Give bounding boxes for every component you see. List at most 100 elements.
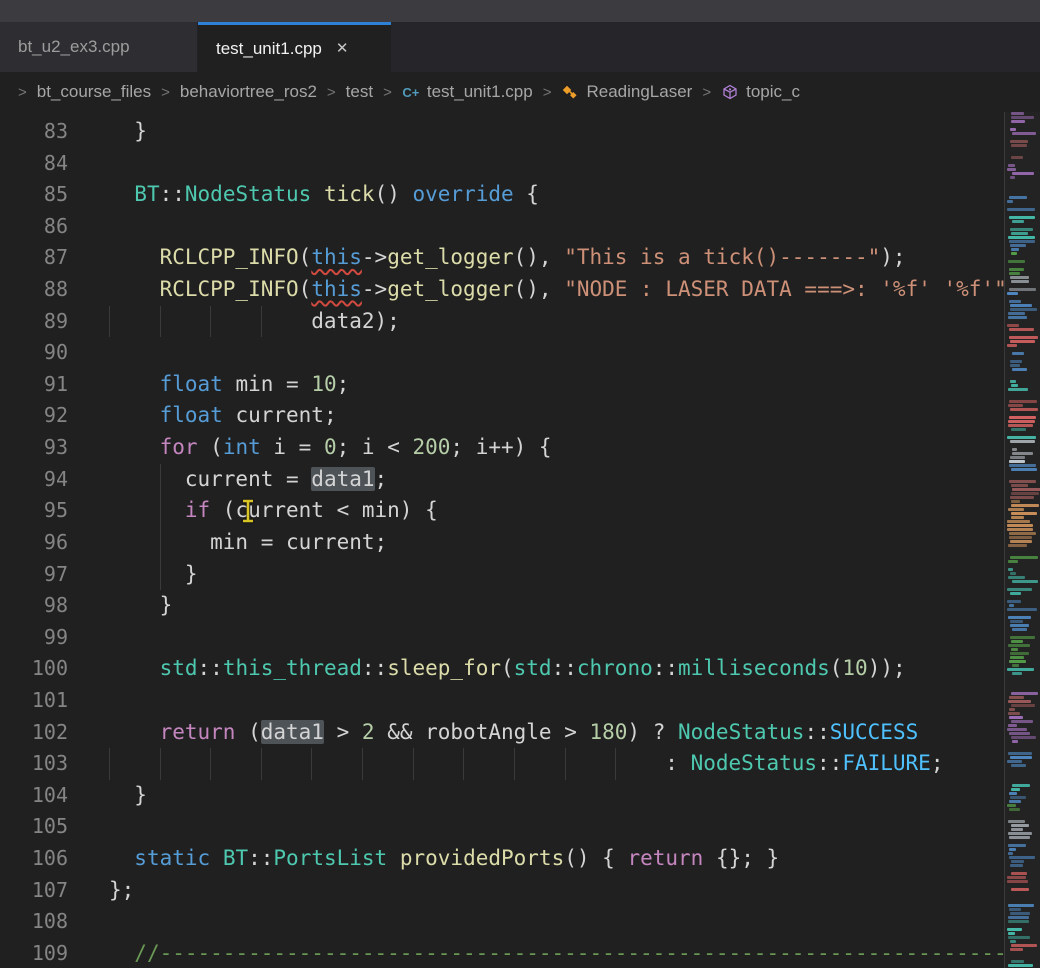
code-editor[interactable]: 83 }8485 BT::NodeStatus tick() override … [0, 112, 1040, 968]
minimap-line [1007, 168, 1016, 171]
minimap-line [1007, 436, 1036, 439]
titlebar [0, 0, 1040, 22]
minimap-line [1009, 808, 1020, 811]
line-number: 105 [0, 811, 68, 843]
minimap-line [1011, 468, 1037, 471]
tab-bt-u2-ex3[interactable]: bt_u2_ex3.cpp [0, 22, 198, 72]
tab-test-unit1[interactable]: test_unit1.cpp ✕ [198, 22, 391, 72]
indent-guide [261, 306, 262, 338]
minimap-line [1011, 960, 1024, 963]
minimap-line [1009, 328, 1034, 331]
line-number: 106 [0, 843, 68, 875]
minimap-line [1010, 572, 1017, 575]
code-line[interactable]: 105 [0, 811, 1004, 843]
breadcrumb-item-test-unit1-cpp[interactable]: C+ test_unit1.cpp [400, 82, 535, 102]
minimap-line [1012, 580, 1038, 583]
code-line[interactable]: 107}; [0, 875, 1004, 907]
code-line[interactable]: 100 std::this_thread::sleep_for(std::chr… [0, 653, 1004, 685]
minimap-line [1008, 644, 1030, 647]
code-line[interactable]: 93 for (int i = 0; i < 200; i++) { [0, 432, 1004, 464]
minimap-line [1012, 352, 1024, 355]
tab-label: test_unit1.cpp [216, 39, 322, 59]
minimap-line [1007, 292, 1018, 295]
code-line[interactable]: 90 [0, 337, 1004, 369]
code-text: } [109, 780, 147, 812]
minimap-line [1011, 736, 1036, 739]
minimap-line [1009, 216, 1035, 219]
minimap-line [1012, 172, 1034, 175]
indent-guide [160, 559, 161, 591]
minimap-line [1008, 576, 1025, 579]
chevron-right-icon: > [153, 84, 178, 101]
minimap-line [1010, 360, 1022, 363]
minimap-line [1009, 460, 1025, 463]
minimap-line [1011, 764, 1027, 767]
line-number: 107 [0, 875, 68, 907]
code-line[interactable]: 92 float current; [0, 400, 1004, 432]
line-number: 87 [0, 242, 68, 274]
line-number: 86 [0, 211, 68, 243]
minimap-line [1007, 928, 1021, 931]
minimap-line [1012, 628, 1028, 631]
code-line[interactable]: 102 return (data1 > 2 && robotAngle > 18… [0, 717, 1004, 749]
code-text: float min = 10; [109, 369, 349, 401]
minimap-line [1010, 244, 1026, 247]
minimap-line [1011, 516, 1023, 519]
minimap-line [1008, 312, 1025, 315]
minimap-line [1008, 616, 1030, 619]
code-line[interactable]: 109 //----------------------------------… [0, 938, 1004, 968]
indent-guide [160, 306, 161, 338]
minimap-line [1010, 304, 1032, 307]
minimap-line [1011, 788, 1021, 791]
code-text: for (int i = 0; i < 200; i++) { [109, 432, 552, 464]
breadcrumb-item-behaviortree-ros2[interactable]: behaviortree_ros2 [178, 82, 319, 102]
minimap-line [1012, 220, 1024, 223]
code-line[interactable]: 84 [0, 148, 1004, 180]
code-line[interactable]: 99 [0, 622, 1004, 654]
tab-close-icon[interactable]: ✕ [336, 41, 349, 56]
minimap-line [1009, 856, 1035, 859]
minimap-line [1011, 692, 1037, 695]
minimap-line [1011, 156, 1023, 159]
code-line[interactable]: 87 RCLCPP_INFO(this->get_logger(), "This… [0, 242, 1004, 274]
breadcrumb-item-test[interactable]: test [344, 82, 375, 102]
code-line[interactable]: 103 : NodeStatus::FAILURE; [0, 748, 1004, 780]
minimap-line [1007, 208, 1035, 211]
line-number: 99 [0, 622, 68, 654]
code-line[interactable]: 104 } [0, 780, 1004, 812]
code-line[interactable]: 96 min = current; [0, 527, 1004, 559]
breadcrumb-item-readinglaser[interactable]: ReadingLaser [559, 82, 694, 102]
code-line[interactable]: 85 BT::NodeStatus tick() override { [0, 179, 1004, 211]
code-line[interactable]: 91 float min = 10; [0, 369, 1004, 401]
minimap-line [1008, 568, 1013, 571]
line-number: 88 [0, 274, 68, 306]
code-line[interactable]: 95 if (current < min) { [0, 495, 1004, 527]
chevron-right-icon: > [694, 84, 719, 101]
minimap-line [1010, 128, 1015, 131]
minimap[interactable] [1004, 112, 1040, 968]
minimap-line [1008, 832, 1032, 835]
minimap-line [1011, 888, 1029, 891]
code-line[interactable]: 98 } [0, 590, 1004, 622]
code-line[interactable]: 106 static BT::PortsList providedPorts()… [0, 843, 1004, 875]
minimap-line [1008, 820, 1025, 823]
breadcrumb-item-topic[interactable]: topic_c [719, 82, 802, 102]
code-line[interactable]: 86 [0, 211, 1004, 243]
code-line[interactable]: 88 RCLCPP_INFO(this->get_logger(), "NODE… [0, 274, 1004, 306]
line-number: 96 [0, 527, 68, 559]
minimap-line [1009, 848, 1016, 851]
minimap-line [1009, 196, 1027, 199]
code-line[interactable]: 97 } [0, 559, 1004, 591]
breadcrumb-item-bt-course-files[interactable]: bt_course_files [35, 82, 153, 102]
minimap-line [1007, 608, 1037, 611]
code-line[interactable]: 101 [0, 685, 1004, 717]
minimap-line [1009, 480, 1036, 483]
indent-guide [109, 748, 110, 780]
minimap-line [1011, 484, 1029, 487]
minimap-line [1010, 340, 1035, 343]
code-line[interactable]: 94 current = data1; [0, 464, 1004, 496]
minimap-line [1008, 424, 1034, 427]
code-line[interactable]: 108 [0, 906, 1004, 938]
code-line[interactable]: 83 } [0, 116, 1004, 148]
code-line[interactable]: 89 data2); [0, 306, 1004, 338]
